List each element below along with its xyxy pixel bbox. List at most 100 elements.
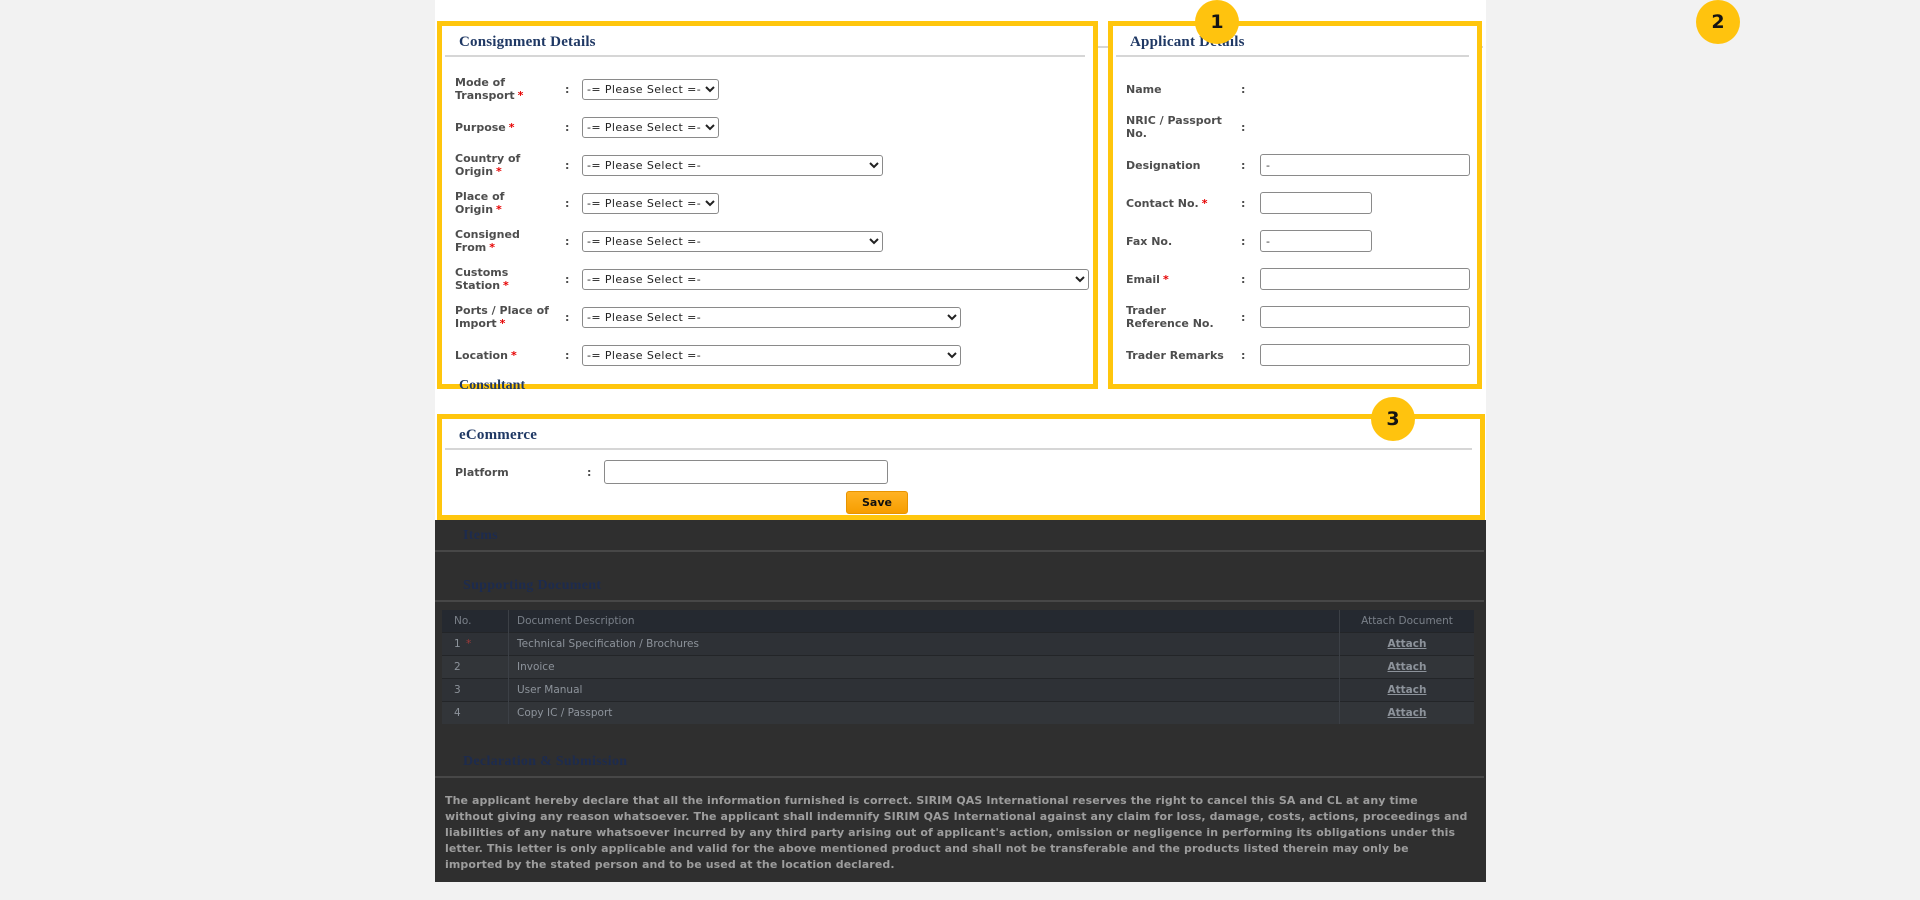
colon: :: [1231, 159, 1260, 172]
field-label-email: Email*: [1126, 273, 1231, 286]
colon: :: [1231, 311, 1260, 324]
row-number: 1: [454, 638, 461, 650]
mode-of-transport-select[interactable]: -= Please Select =-: [582, 79, 719, 100]
field-label-text: Country of Origin: [455, 152, 520, 178]
document-description-cell: Technical Specification / Brochures: [509, 633, 1340, 656]
row-number-cell: 4: [442, 702, 509, 725]
attach-link[interactable]: Attach: [1388, 707, 1427, 719]
consultant-heading: Consultant: [459, 378, 1093, 394]
table-header-row: No. Document Description Attach Document: [442, 610, 1474, 633]
designation-input[interactable]: [1260, 154, 1470, 176]
field-label-country-of-origin: Country of Origin*: [455, 152, 555, 178]
platform-label: Platform: [455, 466, 577, 479]
field-label-location: Location*: [455, 349, 555, 362]
required-asterisk: *: [463, 638, 472, 650]
field-label-ports-place-of-import: Ports / Place of Import*: [455, 304, 555, 330]
step-badge-3: 3: [1371, 397, 1415, 441]
colon: :: [1231, 121, 1260, 134]
field-label-text: Mode of Transport: [455, 76, 515, 102]
field-label-text: Designation: [1126, 159, 1200, 172]
trader-reference-no-input[interactable]: [1260, 306, 1470, 328]
attach-link[interactable]: Attach: [1388, 661, 1427, 673]
field-label-fax-no: Fax No.: [1126, 235, 1231, 248]
field-label-nric-passport-no: NRIC / Passport No.: [1126, 114, 1231, 140]
fax-no-input[interactable]: [1260, 230, 1372, 252]
field-label-text: Contact No.: [1126, 197, 1199, 210]
row-number-cell: 1 *: [442, 633, 509, 656]
step-badge-1: 1: [1195, 0, 1239, 44]
field-row-nric-passport-no: NRIC / Passport No.:: [1113, 108, 1477, 146]
table-row: 2 Invoice Attach: [442, 656, 1474, 679]
country-of-origin-select[interactable]: -= Please Select =-: [582, 155, 883, 176]
supporting-document-table: No. Document Description Attach Document…: [442, 610, 1474, 724]
trader-remarks-input[interactable]: [1260, 344, 1470, 366]
title-divider: [445, 448, 1472, 450]
field-label-contact-no: Contact No.*: [1126, 197, 1231, 210]
row-number: 4: [454, 707, 461, 719]
field-row-trader-reference-no: Trader Reference No.:: [1113, 298, 1477, 336]
purpose-select[interactable]: -= Please Select =-: [582, 117, 719, 138]
field-label-mode-of-transport: Mode of Transport*: [455, 76, 555, 102]
field-row-platform: Platform :: [442, 459, 1480, 485]
table-row: 3User ManualAttach: [442, 679, 1474, 702]
attach-cell: Attach: [1340, 702, 1475, 725]
consignment-fields: Mode of Transport*:-= Please Select =-Pu…: [442, 70, 1093, 374]
attach-link[interactable]: Attach: [1388, 684, 1427, 696]
field-label-text: Location: [455, 349, 508, 362]
ecommerce-title: eCommerce: [459, 427, 1480, 444]
content-column: Consignment Details Mode of Transport*:-…: [435, 0, 1486, 882]
table-row: 4Copy IC / PassportAttach: [442, 702, 1474, 725]
required-asterisk: *: [509, 121, 515, 134]
items-heading: Items: [435, 520, 1484, 552]
field-label-text: Consigned From: [455, 228, 520, 254]
table-row: 1 *Technical Specification / BrochuresAt…: [442, 633, 1474, 656]
attach-link[interactable]: Attach: [1388, 638, 1427, 650]
declaration-text: The applicant hereby declare that all th…: [445, 793, 1470, 873]
field-label-text: Fax No.: [1126, 235, 1172, 248]
field-label-place-of-origin: Place of Origin*: [455, 190, 555, 216]
field-label-text: Trader Remarks: [1126, 349, 1224, 362]
customs-station-select[interactable]: -= Please Select =-: [582, 269, 1089, 290]
dimmed-section: Items Supporting Document No. Document D…: [435, 520, 1486, 882]
required-asterisk: *: [500, 317, 506, 330]
contact-no-input[interactable]: [1260, 192, 1372, 214]
column-header-no: No.: [442, 610, 509, 633]
column-header-attach: Attach Document: [1340, 610, 1475, 633]
field-row-designation: Designation:: [1113, 146, 1477, 184]
attach-cell: Attach: [1340, 633, 1475, 656]
row-number-cell: 2: [442, 656, 509, 679]
colon: :: [555, 235, 582, 248]
platform-input[interactable]: [604, 460, 888, 484]
field-row-consigned-from: Consigned From*:-= Please Select =-: [442, 222, 1093, 260]
required-asterisk: *: [489, 241, 495, 254]
field-label-designation: Designation: [1126, 159, 1231, 172]
document-description-cell: Invoice: [509, 656, 1340, 679]
required-asterisk: *: [496, 165, 502, 178]
location-select[interactable]: -= Please Select =-: [582, 345, 961, 366]
consignment-details-title: Consignment Details: [459, 34, 1093, 51]
colon: :: [555, 349, 582, 362]
required-asterisk: *: [496, 203, 502, 216]
title-divider: [1116, 55, 1469, 57]
colon: :: [1231, 197, 1260, 210]
declaration-heading: Declaration & Submission: [435, 750, 1484, 778]
field-row-place-of-origin: Place of Origin*:-= Please Select =-: [442, 184, 1093, 222]
field-label-text: Customs Station: [455, 266, 508, 292]
field-label-text: Trader Reference No.: [1126, 304, 1214, 330]
place-of-origin-select[interactable]: -= Please Select =-: [582, 193, 719, 214]
field-row-fax-no: Fax No.:: [1113, 222, 1477, 260]
attach-cell: Attach: [1340, 656, 1475, 679]
ports-place-of-import-select[interactable]: -= Please Select =-: [582, 307, 961, 328]
colon: :: [555, 197, 582, 210]
field-row-name: Name:: [1113, 70, 1477, 108]
column-header-description: Document Description: [509, 610, 1340, 633]
email-input[interactable]: [1260, 268, 1470, 290]
required-asterisk: *: [503, 279, 509, 292]
save-button[interactable]: Save: [846, 491, 908, 514]
field-row-country-of-origin: Country of Origin*:-= Please Select =-: [442, 146, 1093, 184]
consignment-details-panel: Consignment Details Mode of Transport*:-…: [437, 21, 1098, 389]
supporting-document-rows: 1 *Technical Specification / BrochuresAt…: [442, 633, 1474, 725]
colon: :: [555, 83, 582, 96]
row-number: 2: [454, 661, 461, 673]
consigned-from-select[interactable]: -= Please Select =-: [582, 231, 883, 252]
